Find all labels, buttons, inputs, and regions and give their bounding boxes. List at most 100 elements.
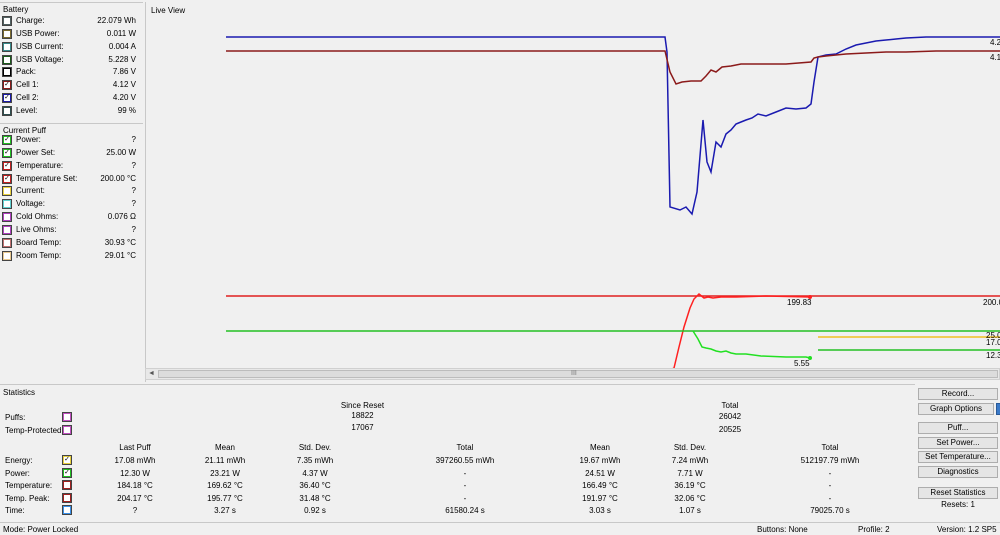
graph-options-extra-icon[interactable] — [996, 403, 1000, 415]
row-label: Level: — [16, 105, 38, 115]
row-value: 22.079 Wh — [97, 16, 136, 25]
row-label: USB Power: — [16, 28, 60, 38]
stat-series-checkbox[interactable]: ✓ — [62, 455, 72, 465]
series-toggle-checkbox[interactable] — [2, 67, 12, 78]
stat-cell: - — [828, 481, 832, 491]
set-power-button[interactable]: Set Power... — [918, 437, 998, 449]
series-toggle-checkbox[interactable] — [2, 16, 12, 26]
cell1-end-label: 4.1 — [990, 53, 1000, 62]
stat-cell: 3.03 s — [589, 506, 611, 516]
series-toggle-checkbox[interactable]: ✓ — [2, 80, 12, 91]
stat-cell: 79025.70 s — [810, 506, 850, 516]
series-toggle-checkbox[interactable]: ✓ — [2, 135, 12, 145]
series-toggle-checkbox[interactable] — [2, 237, 12, 248]
stat-cell: - — [828, 493, 832, 503]
graph-options-button[interactable]: Graph Options — [918, 403, 994, 415]
column-header: Total — [456, 443, 474, 452]
diagnostics-button[interactable]: Diagnostics — [918, 466, 998, 478]
checkbox-box — [64, 482, 70, 489]
set-temperature-button[interactable]: Set Temperature... — [918, 451, 998, 463]
checkbox-box — [4, 201, 10, 208]
cell2-series-line — [226, 36, 1000, 216]
stat-row-label: Temperature: — [5, 481, 53, 491]
record-button[interactable]: Record... — [918, 388, 998, 400]
checkmark-icon: ✓ — [64, 456, 70, 463]
stat-cell: 21.11 mWh — [204, 456, 246, 465]
stat-cell: 31.48 °C — [299, 493, 331, 503]
stat-row-label: Temp. Peak: — [5, 493, 50, 503]
stat-series-checkbox[interactable] — [62, 480, 72, 491]
reset-statistics-button[interactable]: Reset Statistics — [918, 487, 998, 499]
row-usb-power: USB Power: 0.011 W — [2, 28, 138, 41]
stat-cell: - — [828, 468, 832, 478]
row-label: Cold Ohms: — [16, 212, 59, 222]
series-toggle-checkbox[interactable] — [2, 28, 12, 39]
row-voltage: Voltage:? — [2, 198, 138, 211]
row-label: Pack: — [16, 67, 37, 77]
row-label: Voltage: — [16, 199, 45, 209]
row-value: 0.004 A — [108, 41, 136, 51]
row-value: 5.228 V — [108, 54, 136, 64]
series-toggle-checkbox[interactable]: ✓ — [2, 173, 12, 184]
left-panel: Battery Current Puff Charge: 22.079 Wh USB… — [0, 0, 143, 390]
power-marker-label: 5.55 — [794, 359, 810, 368]
stat-cell: - — [463, 493, 467, 503]
series-toggle-checkbox[interactable] — [2, 105, 12, 116]
stat-cell: 4.37 W — [302, 468, 328, 478]
temp-protected-checkbox[interactable] — [62, 425, 72, 435]
since-reset-header: Since Reset — [340, 401, 385, 410]
puffs-since-reset: 18822 — [351, 411, 374, 420]
row-label: Power: — [16, 135, 41, 144]
row-value: 7.86 V — [112, 67, 136, 77]
row-label: Cell 2: — [16, 93, 39, 103]
series-toggle-checkbox[interactable] — [2, 41, 12, 52]
row-label: USB Voltage: — [16, 54, 64, 64]
series-toggle-checkbox[interactable] — [2, 199, 12, 210]
puff-button[interactable]: Puff... — [918, 422, 998, 434]
cell2-end-label: 4.2 — [990, 38, 1000, 47]
row-value: ? — [131, 199, 136, 209]
row-temperature-set: ✓ Temperature Set: 200.00 °C — [2, 173, 138, 186]
row-label: Current: — [16, 186, 45, 196]
statistics-title: Statistics — [3, 388, 36, 397]
series-toggle-checkbox[interactable]: ✓ — [2, 147, 12, 158]
series-toggle-checkbox[interactable] — [2, 186, 12, 197]
stat-series-checkbox[interactable] — [62, 492, 72, 503]
row-current: Current:? — [2, 185, 138, 198]
live-view-scrollbar[interactable]: ◄ III — [145, 368, 1000, 380]
status-profile: Profile: 2 — [858, 525, 890, 534]
series-toggle-checkbox[interactable] — [2, 54, 12, 65]
row-power-set: ✓ Power Set: 25.00 W — [2, 147, 138, 160]
stat-series-checkbox[interactable]: ✓ — [62, 467, 72, 478]
checkbox-box — [4, 107, 10, 114]
row-charge: Charge: 22.079 Wh — [2, 15, 138, 28]
stat-cell: 7.35 mWh — [296, 456, 334, 465]
row-value: ? — [131, 224, 136, 234]
temp-protected-since-reset: 17067 — [351, 423, 374, 432]
row-label: Temperature Set: — [16, 173, 78, 183]
series-toggle-checkbox[interactable] — [2, 212, 12, 223]
row-label: Cell 1: — [16, 80, 39, 90]
stat-cell: - — [463, 481, 467, 491]
row-cell-1: ✓ Cell 1: 4.12 V — [2, 79, 138, 92]
series-toggle-checkbox[interactable] — [2, 250, 12, 261]
series-toggle-checkbox[interactable]: ✓ — [2, 160, 12, 171]
row-label: Board Temp: — [16, 237, 62, 247]
row-pack: Pack: 7.86 V — [2, 66, 138, 79]
stat-cell: 17.08 mWh — [114, 456, 156, 465]
series-toggle-checkbox[interactable] — [2, 224, 12, 235]
stat-cell: 166.49 °C — [582, 481, 618, 491]
series-toggle-checkbox[interactable]: ✓ — [2, 93, 12, 104]
row-value: ? — [131, 186, 136, 196]
stat-cell: 184.18 °C — [117, 481, 153, 491]
row-power: ✓ Power:? — [2, 134, 138, 147]
scroll-thumb[interactable]: III — [158, 370, 998, 378]
scroll-left-icon[interactable]: ◄ — [148, 370, 155, 377]
stat-cell: 36.19 °C — [674, 481, 706, 491]
stat-series-checkbox[interactable] — [62, 505, 72, 516]
stat-cell: 191.97 °C — [582, 493, 618, 503]
status-buttons: Buttons: None — [757, 525, 808, 534]
row-label: Live Ohms: — [16, 224, 57, 234]
puffs-checkbox[interactable] — [62, 412, 72, 422]
status-mode: Mode: Power Locked — [3, 525, 79, 534]
